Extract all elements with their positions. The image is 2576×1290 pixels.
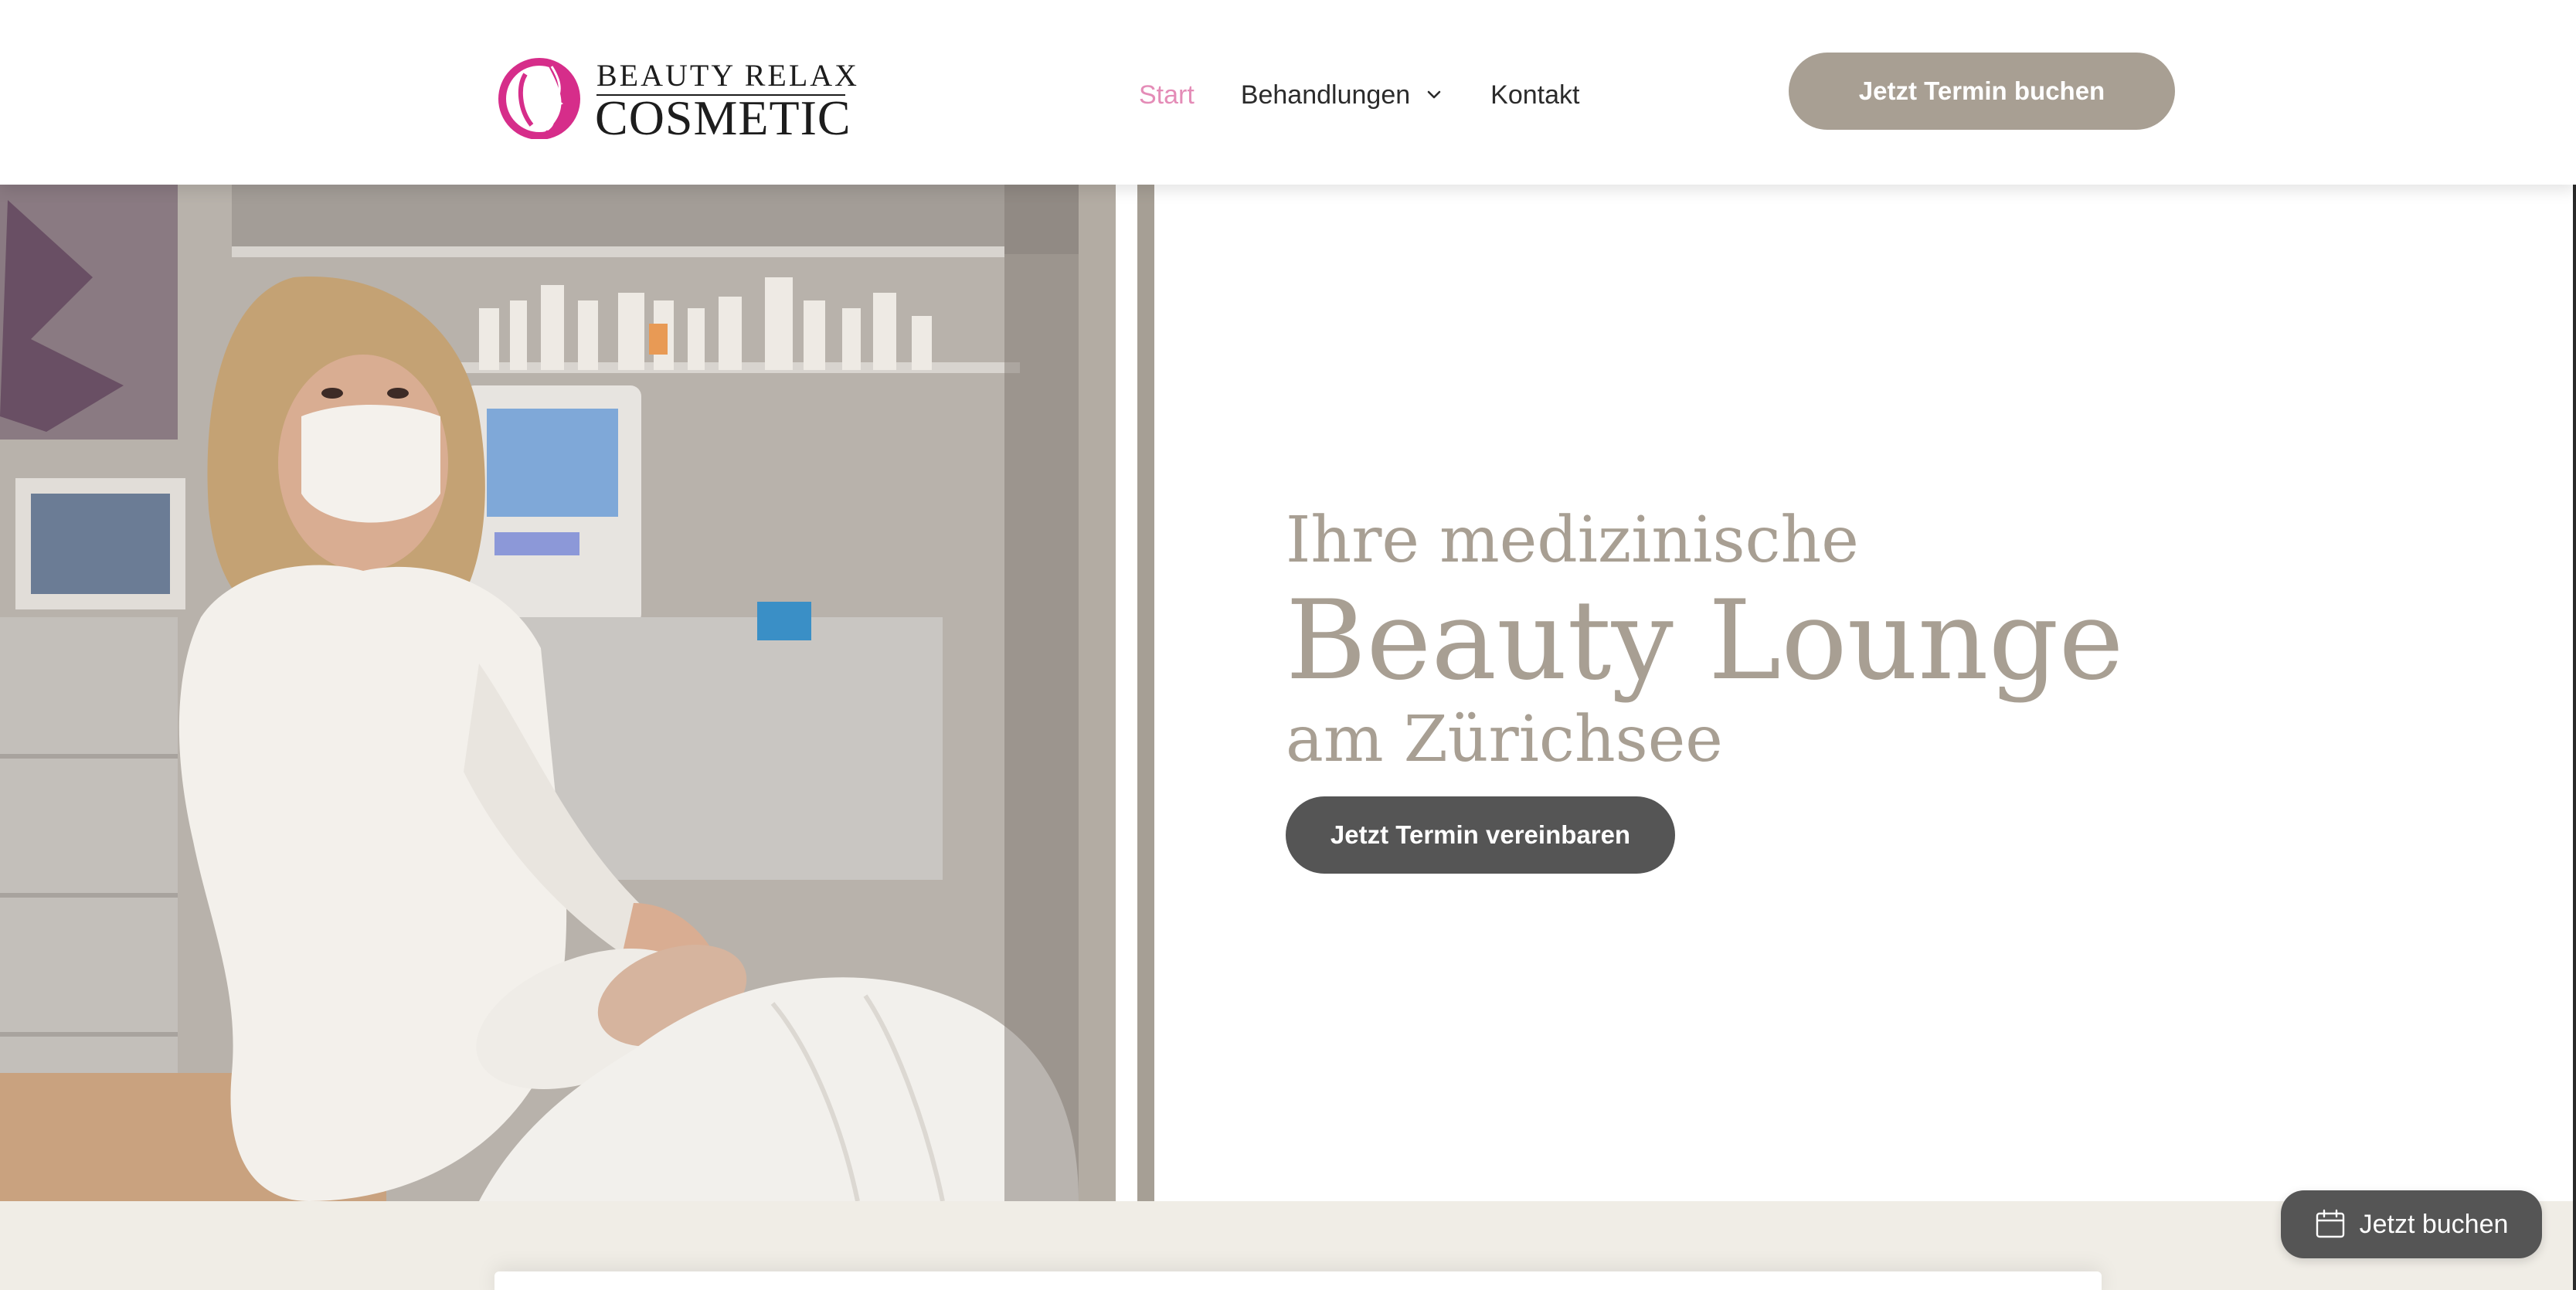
decorative-stripe xyxy=(1079,185,1116,1201)
hero-image xyxy=(0,185,1079,1201)
site-header: BEAUTY RELAX COSMETIC Start Behandlungen… xyxy=(0,0,2576,185)
hero-headline-line3: am Zürichsee xyxy=(1286,703,1723,776)
chevron-down-icon xyxy=(1427,90,1441,99)
hero-headline: Ihre medizinische Beauty Lounge am Züric… xyxy=(1286,502,2213,777)
calendar-icon xyxy=(2316,1209,2344,1238)
main-nav: Start Behandlungen Kontakt xyxy=(1139,76,1626,114)
book-appointment-button[interactable]: Jetzt Termin buchen xyxy=(1789,53,2175,130)
nav-item-behandlungen[interactable]: Behandlungen xyxy=(1241,80,1444,110)
logo-text-bottom: COSMETIC xyxy=(595,90,851,145)
nav-item-label: Behandlungen xyxy=(1240,80,1411,110)
make-appointment-button[interactable]: Jetzt Termin vereinbaren xyxy=(1286,796,1675,874)
decorative-stripe xyxy=(1137,185,1154,1201)
window-edge xyxy=(2573,0,2576,1290)
decorative-gap xyxy=(1116,185,1137,1201)
face-profile-logo-icon xyxy=(498,58,580,139)
beautician-treatment-photo xyxy=(0,185,1079,1201)
logo-text-top: BEAUTY RELAX xyxy=(596,58,860,93)
brand-logo[interactable]: BEAUTY RELAX COSMETIC xyxy=(498,54,857,145)
floating-book-label: Jetzt buchen xyxy=(2359,1209,2509,1239)
hero-headline-line2: Beauty Lounge xyxy=(1286,577,2124,704)
nav-item-start[interactable]: Start xyxy=(1139,80,1195,110)
nav-item-label: Start xyxy=(1139,80,1195,110)
floating-book-button[interactable]: Jetzt buchen xyxy=(2281,1190,2542,1258)
next-section-card xyxy=(494,1271,2102,1290)
hero-headline-line1: Ihre medizinische xyxy=(1286,504,1859,577)
nav-item-label: Kontakt xyxy=(1490,80,1580,110)
nav-item-kontakt[interactable]: Kontakt xyxy=(1490,80,1579,110)
